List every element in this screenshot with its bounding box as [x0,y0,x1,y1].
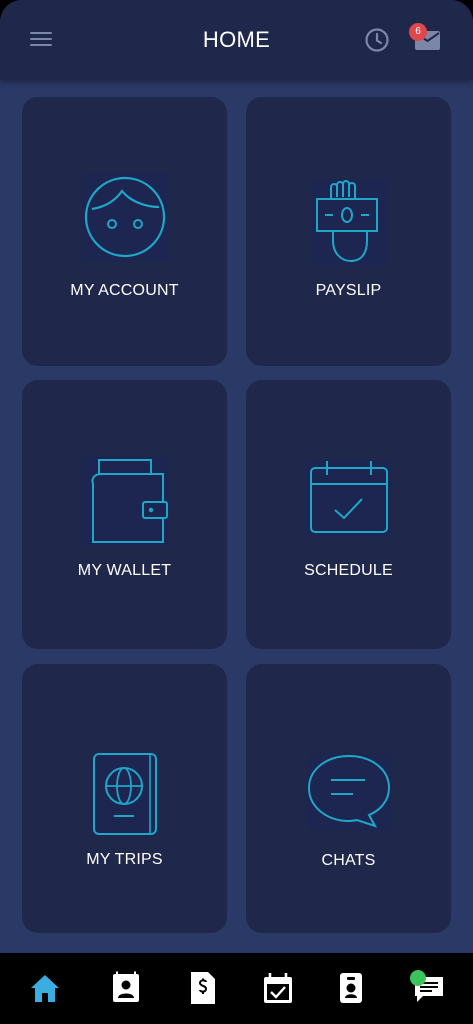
tile-label: MY ACCOUNT [70,282,179,299]
tile-label: MY TRIPS [86,851,163,868]
badge-icon[interactable] [334,971,368,1005]
hand-holding-cash-icon [307,175,391,274]
top-app-bar: HOME 6 [0,0,473,80]
home-icon[interactable] [28,971,62,1005]
tile-my-account[interactable]: MY ACCOUNT [22,97,227,366]
tile-label: CHATS [321,852,376,869]
tile-label: PAYSLIP [315,282,382,299]
passport-icon [90,752,160,843]
tile-my-trips[interactable]: MY TRIPS [22,664,227,933]
tile-label: SCHEDULE [304,562,393,579]
calendar-check-icon[interactable] [261,971,295,1005]
home-screen: HOME 6 MY ACCOUNT PAYSLIP MY WALLET SCHE… [0,0,473,1024]
wallet-icon [77,454,173,553]
user-face-icon [75,167,175,272]
tile-label: MY WALLET [77,562,172,579]
bottom-navigation-bar [0,953,473,1024]
calendar-check-icon [304,458,394,545]
speech-bubble-icon [305,752,393,837]
notification-count-badge: 6 [409,23,427,41]
page-title: HOME [202,27,271,52]
tile-schedule[interactable]: SCHEDULE [246,380,451,649]
tile-chats[interactable]: CHATS [246,664,451,933]
tile-my-wallet[interactable]: MY WALLET [22,380,227,649]
clock-icon[interactable] [364,27,390,53]
dollar-document-icon[interactable] [186,971,220,1005]
online-status-dot [410,970,426,986]
contact-card-icon[interactable] [109,971,143,1005]
tile-payslip[interactable]: PAYSLIP [246,97,451,366]
